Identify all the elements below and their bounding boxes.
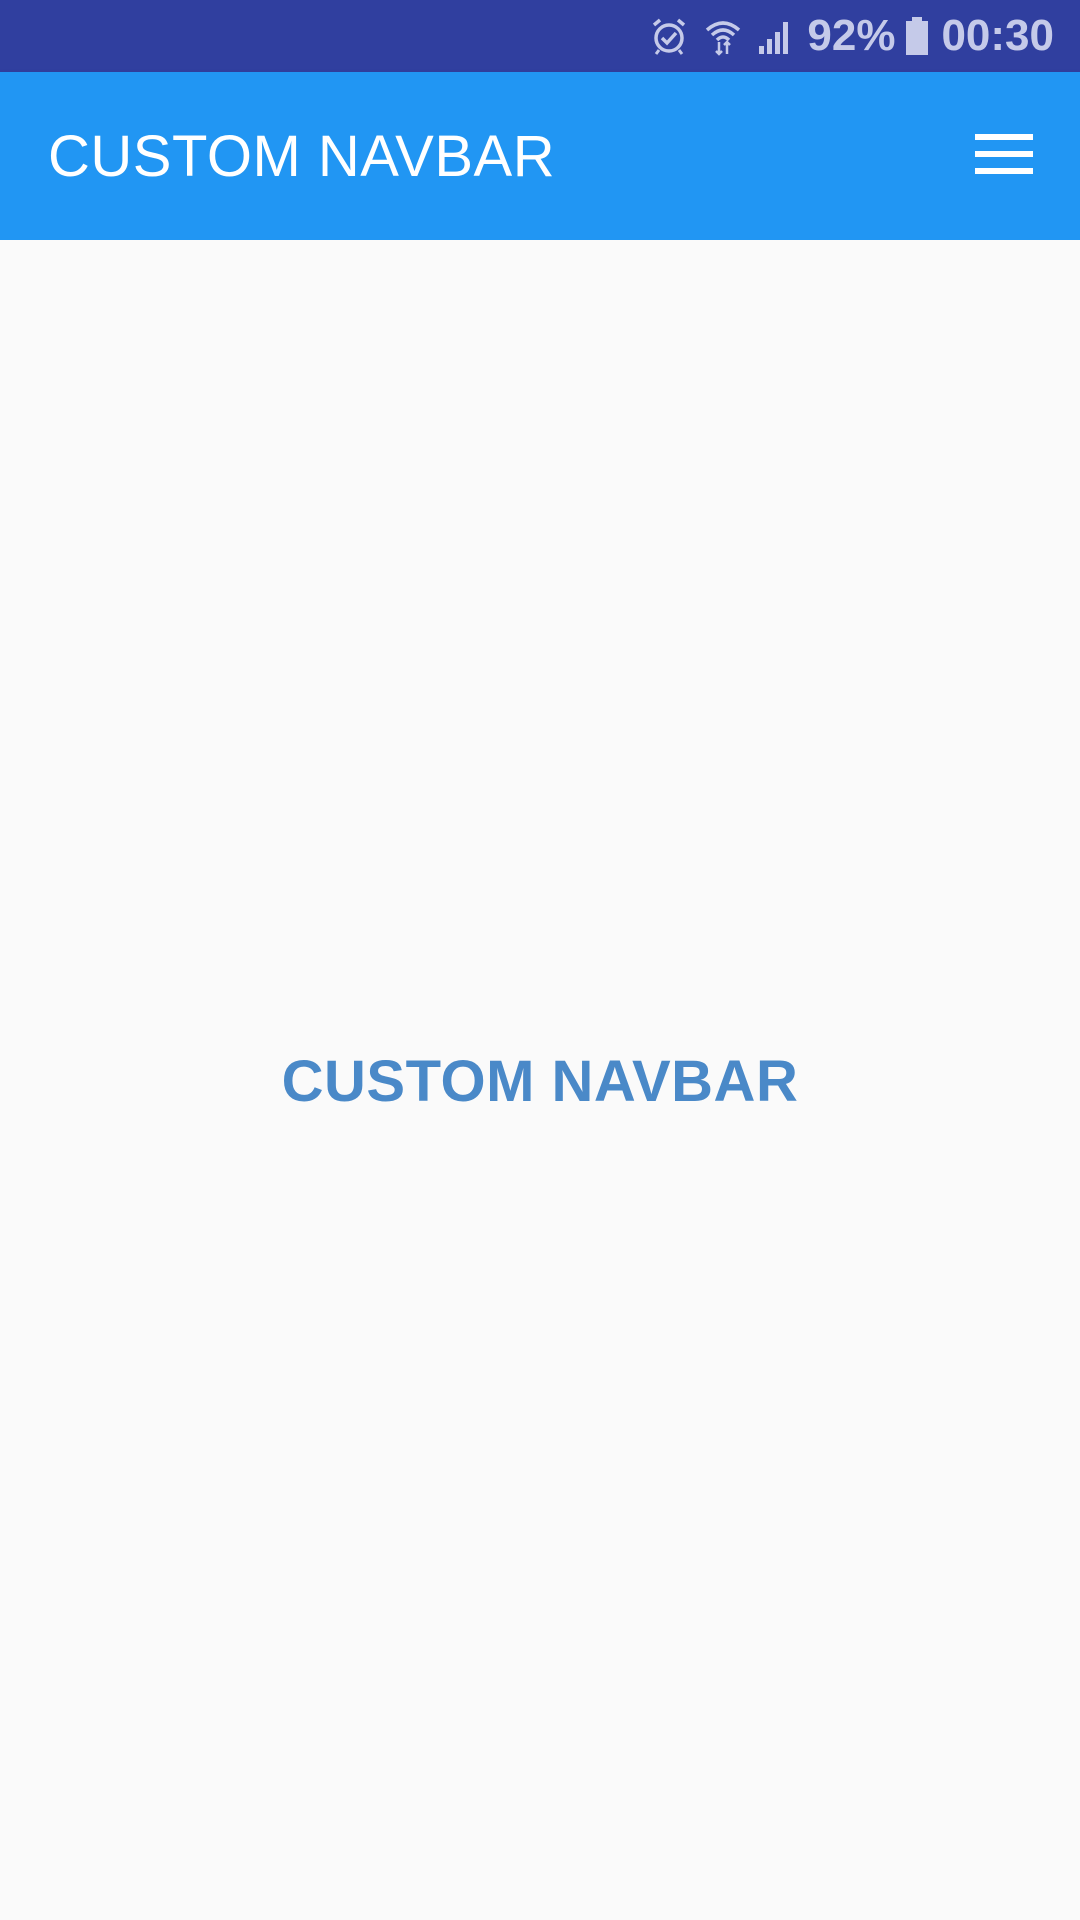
clock: 00:30 xyxy=(941,11,1054,60)
app-bar: CUSTOM NAVBAR xyxy=(0,72,1080,240)
center-label: CUSTOM NAVBAR xyxy=(281,1049,799,1114)
status-bar: 92% 00:30 xyxy=(0,0,1080,72)
signal-icon xyxy=(757,16,795,56)
main-content: CUSTOM NAVBAR xyxy=(0,240,1080,1920)
menu-button[interactable] xyxy=(968,120,1040,192)
wifi-icon xyxy=(703,16,743,56)
hamburger-menu-icon xyxy=(975,132,1033,181)
battery-icon xyxy=(905,16,929,56)
app-bar-title: CUSTOM NAVBAR xyxy=(48,123,556,189)
alarm-icon xyxy=(649,16,689,56)
battery-percent: 92% xyxy=(807,11,896,60)
